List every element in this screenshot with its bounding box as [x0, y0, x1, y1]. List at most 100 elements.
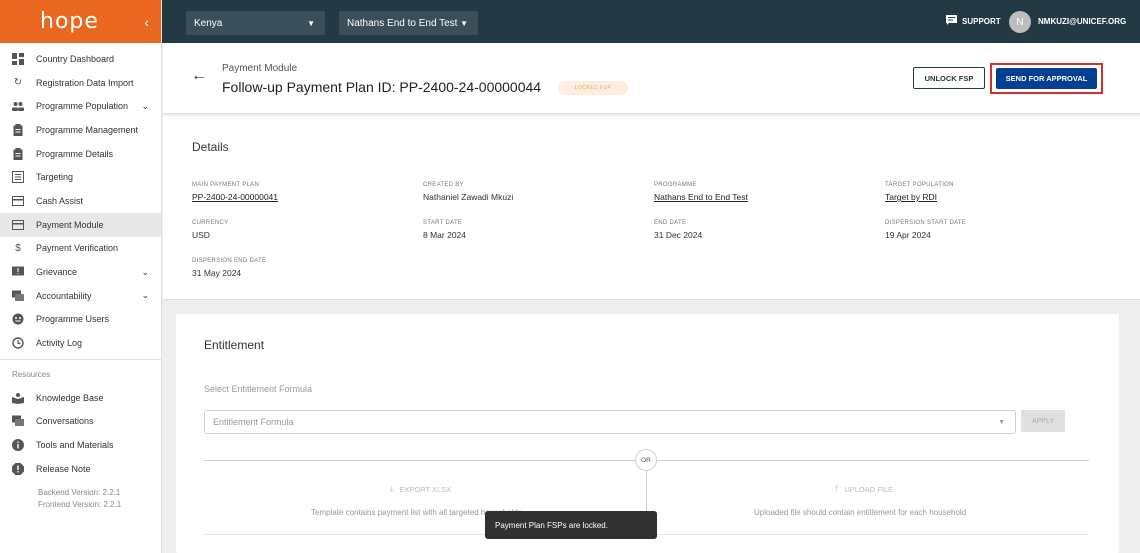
- sidebar-item-label: Tools and Materials: [36, 440, 114, 451]
- sidebar-item-targeting[interactable]: Targeting: [0, 165, 161, 189]
- clipboard-icon: [12, 123, 24, 136]
- dashboard-icon: [12, 52, 24, 65]
- upload-label: UPLOAD FILE: [844, 484, 894, 494]
- sidebar-item-programme-users[interactable]: Programme Users: [0, 308, 161, 332]
- sidebar-item-country-dashboard[interactable]: Country Dashboard: [0, 47, 161, 71]
- forum-icon: [12, 290, 24, 302]
- sidebar-item-label: Programme Management: [36, 124, 139, 135]
- or-separator: OR: [635, 449, 657, 471]
- sidebar-item-payment-verification[interactable]: $ Payment Verification: [0, 237, 161, 261]
- sidebar-item-label: Programme Details: [36, 148, 114, 159]
- sidebar-item-tools-and-materials[interactable]: Tools and Materials: [0, 433, 161, 457]
- field-value: 31 Dec 2024: [654, 230, 703, 240]
- collapse-sidebar-icon[interactable]: ‹: [144, 14, 149, 30]
- dropdown-arrow-icon: ▼: [998, 418, 1005, 426]
- field-label: PROGRAMME: [654, 182, 697, 188]
- sidebar-item-label: Release Note: [36, 463, 91, 474]
- sidebar-item-accountability[interactable]: Accountability ⌄: [0, 284, 161, 308]
- chevron-down-icon[interactable]: ⌄: [141, 290, 149, 301]
- field-label: DISPERSION END DATE: [192, 258, 267, 264]
- field-dispersion-start-date: DISPERSION START DATE 19 Apr 2024: [885, 220, 966, 240]
- upload-file-button[interactable]: ⤒ UPLOAD FILE: [835, 484, 893, 494]
- backend-version: Backend Version: 2.2.1: [38, 487, 121, 497]
- sidebar-item-programme-details[interactable]: Programme Details: [0, 142, 161, 166]
- feedback-icon: [12, 266, 24, 278]
- resources-heading: Resources: [12, 369, 51, 379]
- upload-icon: ⤒: [835, 484, 839, 493]
- sidebar-item-label: Registration Data Import: [36, 77, 134, 88]
- main-payment-plan-link[interactable]: PP-2400-24-00000041: [192, 192, 278, 202]
- chevron-down-icon[interactable]: ⌄: [141, 101, 149, 112]
- top-bar: Kenya ▼ Nathans End to End Test ▼ SUPPOR…: [162, 0, 1140, 43]
- history-icon: [12, 337, 24, 349]
- chevron-down-icon[interactable]: ⌄: [141, 267, 149, 278]
- snackbar-notification: Payment Plan FSPs are locked.: [485, 511, 657, 539]
- unlock-fsp-button[interactable]: UNLOCK FSP: [913, 67, 985, 89]
- entitlement-title: Entitlement: [204, 338, 265, 352]
- details-title: Details: [192, 140, 229, 154]
- sidebar-item-label: Accountability: [36, 290, 92, 301]
- field-created-by: CREATED BY Nathaniel Zawadi Mkuzi: [423, 182, 513, 202]
- sidebar-item-label: Programme Population: [36, 101, 129, 112]
- clipboard-icon: [12, 147, 24, 160]
- breadcrumb[interactable]: Payment Module: [222, 63, 297, 74]
- field-target-population: TARGET POPULATION Target by RDI: [885, 182, 954, 202]
- sidebar: hope ‹ Country Dashboard ↻ Registration …: [0, 0, 162, 553]
- sidebar-item-conversations[interactable]: Conversations: [0, 410, 161, 434]
- back-arrow-icon[interactable]: ←: [191, 67, 207, 85]
- field-label: TARGET POPULATION: [885, 182, 954, 188]
- sidebar-item-programme-population[interactable]: Programme Population ⌄: [0, 94, 161, 118]
- programme-link[interactable]: Nathans End to End Test: [654, 192, 748, 202]
- page-title: Follow-up Payment Plan ID: PP-2400-24-00…: [222, 79, 542, 95]
- people-icon: [12, 100, 24, 112]
- sidebar-item-label: Conversations: [36, 416, 94, 427]
- formula-placeholder: Entitlement Formula: [213, 417, 294, 427]
- avatar[interactable]: N: [1009, 11, 1031, 33]
- sidebar-item-knowledge-base[interactable]: Knowledge Base: [0, 386, 161, 410]
- entitlement-formula-select[interactable]: Entitlement Formula ▼: [204, 410, 1016, 434]
- status-badge: LOCKED FSP: [558, 81, 628, 95]
- sidebar-item-label: Grievance: [36, 267, 78, 278]
- country-select[interactable]: Kenya ▼: [186, 11, 325, 35]
- upload-description: Uploaded file should contain entitlement…: [754, 508, 967, 517]
- field-label: START DATE: [423, 220, 463, 226]
- country-select-value: Kenya: [194, 17, 223, 29]
- field-programme: PROGRAMME Nathans End to End Test: [654, 182, 748, 202]
- details-panel: Details MAIN PAYMENT PLAN PP-2400-24-000…: [163, 116, 1140, 300]
- sidebar-item-grievance[interactable]: Grievance ⌄: [0, 260, 161, 284]
- apply-button[interactable]: APPLY: [1021, 410, 1065, 432]
- dollar-icon: $: [15, 242, 21, 254]
- sync-icon: ↻: [13, 77, 23, 89]
- sidebar-item-programme-management[interactable]: Programme Management: [0, 118, 161, 142]
- sidebar-item-release-note[interactable]: Release Note: [0, 457, 161, 481]
- field-end-date: END DATE 31 Dec 2024: [654, 220, 702, 240]
- info-icon: [12, 439, 24, 452]
- sidebar-item-cash-assist[interactable]: Cash Assist: [0, 189, 161, 213]
- field-start-date: START DATE 8 Mar 2024: [423, 220, 466, 240]
- sidebar-item-activity-log[interactable]: Activity Log: [0, 331, 161, 355]
- smile-icon: [12, 313, 24, 325]
- alert-icon: [12, 462, 24, 475]
- field-label: DISPERSION START DATE: [885, 220, 967, 226]
- hope-logo[interactable]: hope: [40, 9, 99, 34]
- sidebar-item-label: Payment Verification: [36, 243, 119, 254]
- sidebar-item-payment-module[interactable]: Payment Module: [0, 212, 161, 237]
- field-currency: CURRENCY USD: [192, 220, 228, 240]
- sidebar-divider: [0, 358, 161, 360]
- support-button[interactable]: SUPPORT: [946, 15, 1001, 27]
- send-for-approval-button[interactable]: SEND FOR APPROVAL: [996, 68, 1097, 89]
- list-icon: [12, 171, 24, 184]
- export-xlsx-button[interactable]: ⤓ EXPORT XLSX: [390, 484, 451, 494]
- export-label: EXPORT XLSX: [399, 484, 452, 494]
- card-icon: [12, 219, 24, 231]
- programme-select[interactable]: Nathans End to End Test ▼: [339, 11, 478, 35]
- user-email[interactable]: NMKUZI@UNICEF.ORG: [1038, 17, 1126, 26]
- programme-select-value: Nathans End to End Test: [347, 17, 458, 29]
- sidebar-item-label: Programme Users: [36, 314, 110, 325]
- dropdown-arrow-icon: ▼: [460, 18, 468, 28]
- frontend-version: Frontend Version: 2.2.1: [38, 499, 122, 509]
- field-value: 8 Mar 2024: [423, 230, 466, 240]
- target-population-link[interactable]: Target by RDI: [885, 192, 954, 202]
- sidebar-nav: Country Dashboard ↻ Registration Data Im…: [0, 43, 161, 511]
- sidebar-item-registration-data-import[interactable]: ↻ Registration Data Import: [0, 71, 161, 95]
